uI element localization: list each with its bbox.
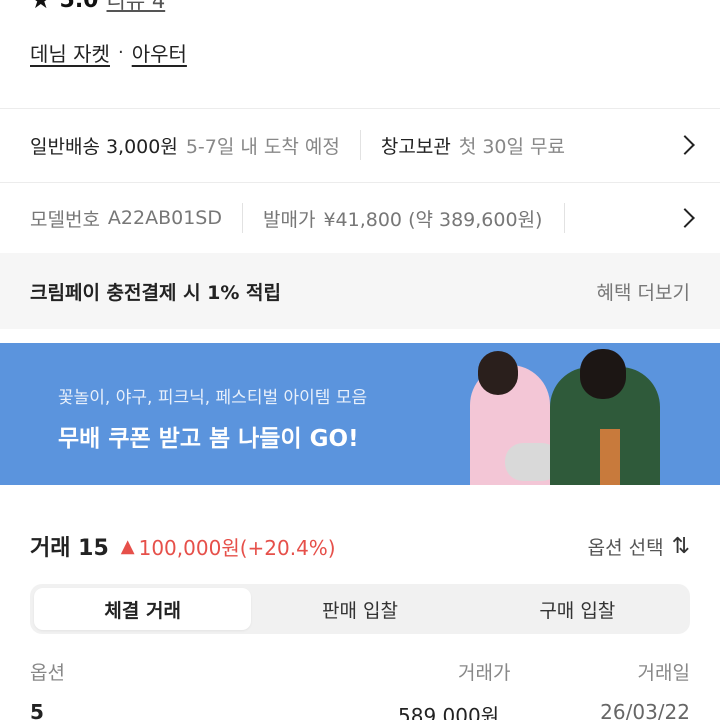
rating-value: 5.0 (59, 0, 99, 13)
row-price: 589,000원 (398, 704, 500, 720)
price-change: 100,000원(+20.4%) (138, 535, 336, 560)
benefit-more-link[interactable]: 혜택 더보기 (597, 278, 690, 305)
column-price: 거래가 (458, 662, 511, 684)
column-date: 거래일 (637, 662, 690, 684)
tab-sell-bids[interactable]: 판매 입찰 (251, 588, 468, 630)
breadcrumb-item-outer[interactable]: 아우터 (132, 38, 187, 67)
model-number: A22AB01SD (107, 207, 222, 229)
trade-tabs: 체결 거래 판매 입찰 구매 입찰 (30, 584, 690, 634)
tab-buy-bids[interactable]: 구매 입찰 (469, 588, 686, 630)
banner-subtitle: 꽃놀이, 야구, 피크닉, 페스티벌 아이템 모음 (58, 388, 368, 408)
shipping-eta: 5-7일 내 도착 예정 (185, 135, 340, 158)
sort-icon: ⇅ (671, 533, 690, 559)
table-row: 5 589,000원 26/03/22 (30, 700, 690, 720)
row-date: 26/03/22 (600, 700, 690, 720)
tab-completed-trades[interactable]: 체결 거래 (34, 588, 252, 630)
storage-label: 창고보관 (380, 135, 451, 158)
triangle-up-icon: ▲ (120, 535, 135, 557)
chevron-right-icon[interactable] (675, 135, 695, 155)
model-row[interactable]: 모델번호 A22AB01SD 발매가 ¥41,800 (약 389,600원) (0, 183, 720, 253)
table-header: 옵션 거래가 거래일 (30, 652, 690, 688)
option-select-button[interactable]: 옵션 선택 ⇅ (588, 528, 690, 564)
vertical-divider (564, 203, 566, 233)
option-select-label: 옵션 선택 (587, 536, 664, 559)
banner-title: 무배 쿠폰 받고 봄 나들이 GO! (58, 426, 359, 452)
review-count-link[interactable]: 리뷰 4 (107, 0, 166, 15)
rating-row: ★ 5.0 리뷰 4 (30, 0, 165, 14)
star-icon: ★ (30, 0, 52, 14)
column-option: 옵션 (30, 662, 65, 684)
release-price: ¥41,800 (약 389,600원) (323, 208, 543, 231)
vertical-divider (242, 203, 243, 233)
release-price-label: 발매가 (263, 208, 316, 231)
pay-benefit-text: 크림페이 충전결제 시 1% 적립 (30, 281, 281, 304)
promo-banner[interactable]: 꽃놀이, 야구, 피크닉, 페스티벌 아이템 모음 무배 쿠폰 받고 봄 나들이… (0, 343, 720, 485)
shipping-row[interactable]: 일반배송 3,000원 5-7일 내 도착 예정 창고보관 첫 30일 무료 (0, 109, 720, 181)
trade-header: 거래 15 ▲ 100,000원(+20.4%) 옵션 선택 ⇅ (30, 528, 690, 564)
shipping-label: 일반배송 3,000원 (30, 135, 178, 158)
vertical-divider (359, 130, 361, 160)
breadcrumb: 데님 자켓 · 아우터 (30, 36, 187, 68)
model-number-label: 모델번호 (30, 208, 100, 231)
row-option: 5 (30, 700, 44, 720)
chevron-right-icon[interactable] (675, 208, 695, 228)
kream-pay-row: 크림페이 충전결제 시 1% 적립 혜택 더보기 (0, 253, 720, 329)
storage-note: 첫 30일 무료 (458, 135, 565, 158)
trade-title: 거래 15 (30, 536, 109, 561)
breadcrumb-separator: · (117, 41, 124, 63)
breadcrumb-item-denim-jacket[interactable]: 데님 자켓 (30, 38, 110, 67)
